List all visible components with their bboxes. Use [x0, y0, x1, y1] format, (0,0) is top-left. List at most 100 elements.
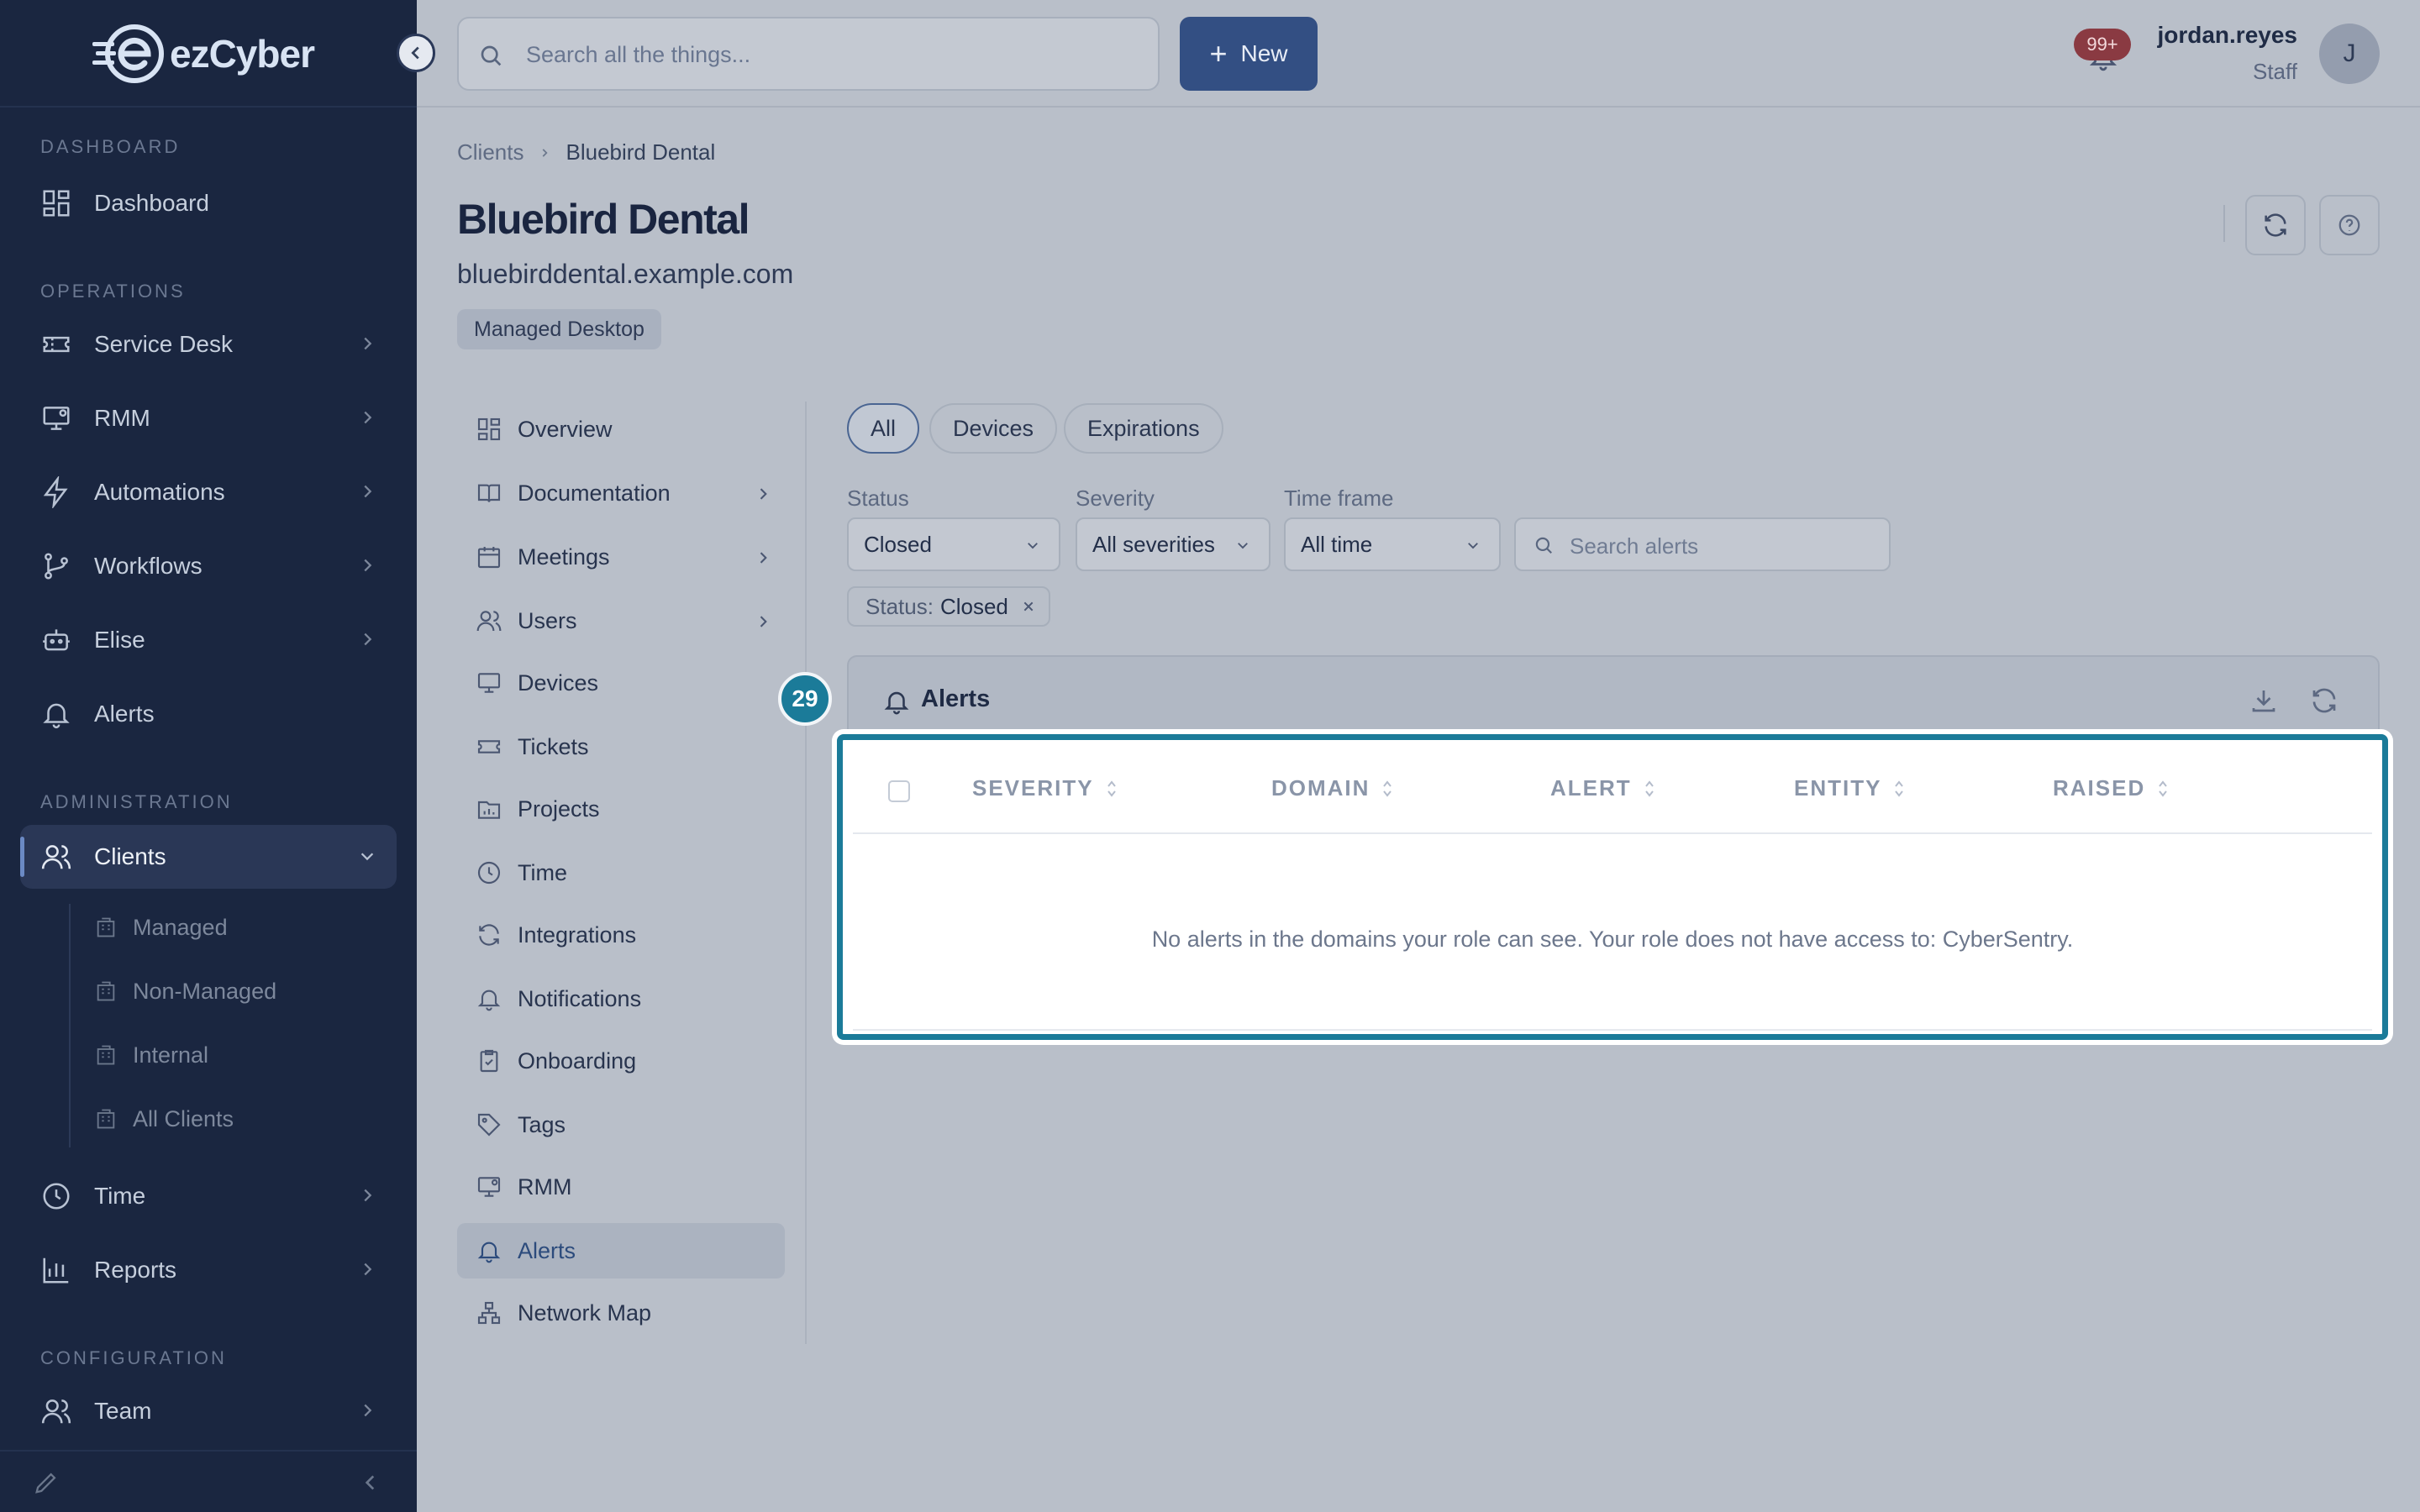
sidebar-item-reports[interactable]: Reports: [20, 1238, 397, 1302]
status-select[interactable]: Closed: [847, 517, 1060, 571]
bell-icon: [43, 703, 70, 729]
collapse-sidebar-icon[interactable]: [360, 1472, 381, 1494]
user-role: Staff: [2252, 59, 2297, 84]
subnav-item-devices[interactable]: Devices: [457, 655, 785, 711]
subnav-label: Meetings: [518, 543, 610, 570]
sidebar-item-alerts[interactable]: Alerts: [20, 682, 397, 746]
section-configuration: CONFIGURATION: [40, 1347, 227, 1368]
download-icon[interactable]: [2249, 685, 2279, 716]
subnav-label: Overview: [518, 416, 613, 442]
sidebar-collapse-button[interactable]: [397, 34, 435, 72]
subnav-item-time[interactable]: Time: [457, 845, 785, 900]
column-header-domain[interactable]: DOMAIN: [1271, 775, 1393, 801]
global-search[interactable]: Search all the things...: [457, 17, 1160, 91]
column-header-severity[interactable]: SEVERITY: [972, 775, 1118, 801]
sidebar-item-rmm[interactable]: RMM: [20, 386, 397, 450]
avatar[interactable]: J: [2319, 24, 2380, 84]
subnav-item-onboarding[interactable]: Onboarding: [457, 1033, 785, 1089]
subnav-item-notifications[interactable]: Notifications: [457, 971, 785, 1026]
sidebar-item-label: Clients: [94, 843, 166, 869]
search-input[interactable]: Search all the things...: [526, 42, 750, 68]
user-name[interactable]: jordan.reyes: [2157, 22, 2297, 49]
sidebar-subitem-internal[interactable]: Internal: [94, 1032, 208, 1079]
section-operations: OPERATIONS: [40, 281, 186, 302]
sidebar-item-elise[interactable]: Elise: [20, 608, 397, 672]
sidebar-item-workflows[interactable]: Workflows: [20, 534, 397, 598]
search-icon: [481, 45, 502, 66]
chevron-left-icon: [411, 46, 419, 60]
tag-icon: [477, 1113, 501, 1137]
subnav-item-projects[interactable]: Projects: [457, 781, 785, 837]
refresh-icon[interactable]: [2309, 685, 2339, 716]
chevron-right-icon: [364, 559, 372, 572]
breadcrumb-clients-link[interactable]: Clients: [457, 139, 523, 165]
refresh-page-button[interactable]: [2245, 195, 2306, 255]
brand-logo[interactable]: ezCyber: [91, 20, 315, 87]
subnav-label: Tags: [518, 1111, 566, 1137]
column-header-entity[interactable]: ENTITY: [1794, 775, 1905, 801]
refresh-icon: [2265, 213, 2286, 237]
sidebar-item-team[interactable]: Team: [20, 1379, 397, 1443]
new-button[interactable]: + New: [1180, 17, 1318, 91]
subnav-item-network-map[interactable]: Network Map: [457, 1285, 785, 1341]
segment-expirations[interactable]: Expirations: [1064, 403, 1223, 454]
header-divider: [2223, 205, 2225, 242]
subnav-label: Alerts: [518, 1237, 576, 1263]
sidebar-item-service-desk[interactable]: Service Desk: [20, 312, 397, 376]
sort-icon: [1107, 780, 1116, 797]
subnav-item-users[interactable]: Users: [457, 593, 785, 648]
status-filter-chip: Status: Closed: [847, 586, 1050, 627]
segment-devices[interactable]: Devices: [929, 403, 1058, 454]
monitor-gear-icon: [477, 1177, 501, 1197]
subnav-item-documentation[interactable]: Documentation: [457, 465, 785, 521]
subnav-label: Devices: [518, 669, 599, 696]
segment-all[interactable]: All: [847, 403, 920, 454]
sidebar-subitem-label: Non-Managed: [133, 978, 277, 1004]
sidebar-item-label: Team: [94, 1398, 152, 1424]
table-header-row: SEVERITY DOMAIN ALERT ENTITY RAISED: [853, 745, 2372, 834]
sidebar-item-clients[interactable]: Clients: [20, 825, 397, 889]
alerts-search-input[interactable]: Search alerts: [1570, 533, 1698, 559]
subnav-item-tickets[interactable]: Tickets: [457, 719, 785, 774]
subnav-item-integrations[interactable]: Integrations: [457, 907, 785, 963]
subnav-item-overview[interactable]: Overview: [457, 402, 785, 457]
workflow-icon: [45, 553, 68, 580]
chevron-right-icon: [364, 1263, 372, 1276]
sidebar-item-dashboard[interactable]: Dashboard: [20, 171, 397, 235]
sidebar-item-time[interactable]: Time: [20, 1164, 397, 1228]
severity-select[interactable]: All severities: [1076, 517, 1270, 571]
column-label: ENTITY: [1794, 775, 1882, 801]
pencil-icon[interactable]: [32, 1468, 60, 1497]
bell-icon: [884, 691, 909, 715]
table-bottom-border: [853, 1029, 2372, 1031]
help-button[interactable]: [2319, 195, 2380, 255]
severity-select-value: All severities: [1092, 531, 1215, 557]
close-icon[interactable]: [1022, 600, 1035, 613]
sidebar-footer: [0, 1450, 417, 1512]
column-header-raised[interactable]: RAISED: [2053, 775, 2169, 801]
timeframe-select[interactable]: All time: [1284, 517, 1501, 571]
sidebar-item-automations[interactable]: Automations: [20, 460, 397, 524]
sidebar-subitem-all-clients[interactable]: All Clients: [94, 1095, 234, 1142]
alerts-search[interactable]: Search alerts: [1514, 517, 1891, 571]
subnav-divider: [805, 402, 807, 1344]
subnav-label: Projects: [518, 795, 600, 822]
subnav-item-alerts[interactable]: Alerts: [457, 1223, 785, 1278]
chip-key: Status:: [865, 593, 934, 619]
calendar-icon: [477, 547, 501, 569]
subnav-item-rmm[interactable]: RMM: [457, 1159, 785, 1215]
building-icon: [97, 981, 115, 1001]
subnav-item-tags[interactable]: Tags: [457, 1097, 785, 1152]
subnav-item-meetings[interactable]: Meetings: [457, 529, 785, 585]
notifications-button[interactable]: 99+: [2074, 29, 2141, 79]
subnav-label: Network Map: [518, 1299, 652, 1326]
ticket-icon: [43, 336, 70, 353]
column-header-alert[interactable]: ALERT: [1550, 775, 1655, 801]
sidebar-subitem-managed[interactable]: Managed: [94, 904, 228, 951]
sidebar-subitem-non-managed[interactable]: Non-Managed: [94, 968, 276, 1015]
chevron-right-icon: [364, 633, 372, 646]
monitor-gear-icon: [43, 407, 70, 430]
select-all-checkbox[interactable]: [888, 780, 910, 802]
sidebar-item-label: Automations: [94, 479, 225, 505]
building-icon: [97, 1045, 115, 1065]
